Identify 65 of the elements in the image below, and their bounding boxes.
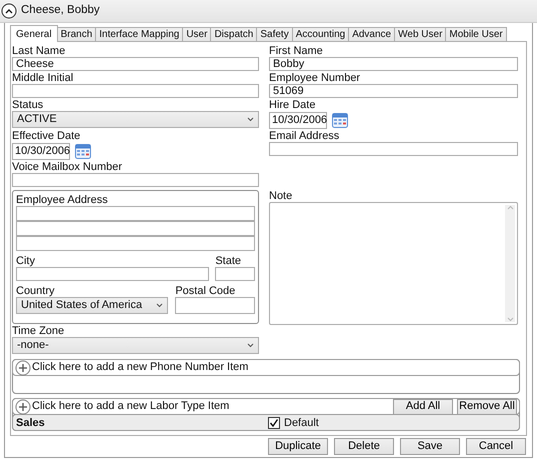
dropdown-caret-icon bbox=[247, 343, 254, 348]
text-field[interactable] bbox=[215, 267, 255, 281]
field-label: Last Name bbox=[12, 45, 66, 57]
tab[interactable]: Advance bbox=[348, 27, 396, 42]
footer-button[interactable]: Cancel bbox=[466, 438, 526, 455]
note-field[interactable] bbox=[269, 202, 518, 325]
text-field[interactable] bbox=[16, 206, 255, 221]
field-label: Email Address bbox=[269, 130, 340, 142]
text-field[interactable]: Cheese bbox=[12, 57, 259, 71]
collapse-icon[interactable] bbox=[1, 3, 17, 19]
list-button[interactable]: Add All bbox=[393, 398, 453, 414]
footer-button[interactable]: Delete bbox=[334, 438, 394, 455]
text-field[interactable] bbox=[16, 236, 255, 251]
text-field[interactable] bbox=[16, 221, 255, 236]
field-label: Country bbox=[16, 285, 56, 297]
calendar-icon[interactable] bbox=[74, 142, 92, 160]
field-label: Status bbox=[12, 99, 44, 111]
checkbox-label: Default bbox=[284, 416, 319, 431]
dropdown-caret-icon bbox=[156, 303, 164, 308]
add-item-link[interactable]: Click here to add a new Labor Type Item bbox=[32, 398, 389, 415]
tab[interactable]: User bbox=[182, 27, 212, 42]
field-label: First Name bbox=[269, 45, 324, 57]
text-field[interactable] bbox=[175, 297, 255, 314]
field-label: Employee Number bbox=[269, 72, 362, 84]
tab[interactable]: Web User bbox=[394, 27, 446, 42]
text-field[interactable] bbox=[16, 267, 210, 281]
footer-button[interactable]: Save bbox=[400, 438, 460, 455]
text-field[interactable] bbox=[269, 142, 518, 156]
field-label: Note bbox=[269, 190, 294, 202]
calendar-icon[interactable] bbox=[331, 111, 349, 129]
default-checkbox[interactable] bbox=[268, 417, 280, 430]
dropdown-caret-icon bbox=[247, 117, 254, 122]
tab[interactable]: Safety bbox=[256, 27, 293, 42]
dropdown[interactable]: United States of America bbox=[16, 297, 168, 314]
text-field[interactable] bbox=[12, 84, 259, 98]
field-label: Effective Date bbox=[12, 130, 82, 142]
field-label: Voice Mailbox Number bbox=[12, 161, 124, 173]
field-label: State bbox=[215, 255, 242, 267]
dropdown[interactable]: ACTIVE bbox=[12, 111, 259, 128]
add-icon[interactable] bbox=[15, 360, 31, 376]
date-field[interactable]: 10/30/2006 bbox=[269, 112, 327, 128]
labor-type-name: Sales bbox=[16, 416, 46, 431]
scroll-up-icon[interactable] bbox=[506, 205, 514, 210]
tab[interactable]: Accounting bbox=[292, 27, 350, 42]
text-field[interactable]: 51069 bbox=[269, 84, 518, 98]
scrollbar[interactable] bbox=[505, 205, 515, 322]
field-label: Hire Date bbox=[269, 99, 316, 111]
group-title: Employee Address bbox=[16, 194, 109, 206]
dropdown[interactable]: -none- bbox=[12, 337, 259, 354]
field-label: City bbox=[16, 255, 36, 267]
text-field[interactable] bbox=[12, 173, 259, 187]
tab[interactable]: Dispatch bbox=[210, 27, 258, 42]
tab[interactable]: General bbox=[10, 25, 58, 42]
footer-button[interactable]: Duplicate bbox=[268, 438, 328, 455]
field-label: Postal Code bbox=[175, 285, 236, 297]
tab[interactable]: Mobile User bbox=[445, 27, 507, 42]
field-label: Middle Initial bbox=[12, 72, 74, 84]
scroll-down-icon[interactable] bbox=[506, 317, 514, 322]
text-field[interactable]: Bobby bbox=[269, 57, 518, 71]
panel-title: Cheese, Bobby bbox=[21, 3, 100, 18]
field-label: Time Zone bbox=[12, 325, 66, 337]
list-button[interactable]: Remove All bbox=[457, 398, 517, 414]
tab[interactable]: Interface Mapping bbox=[95, 27, 184, 42]
date-field[interactable]: 10/30/2006 bbox=[12, 142, 70, 160]
add-icon[interactable] bbox=[15, 398, 31, 414]
